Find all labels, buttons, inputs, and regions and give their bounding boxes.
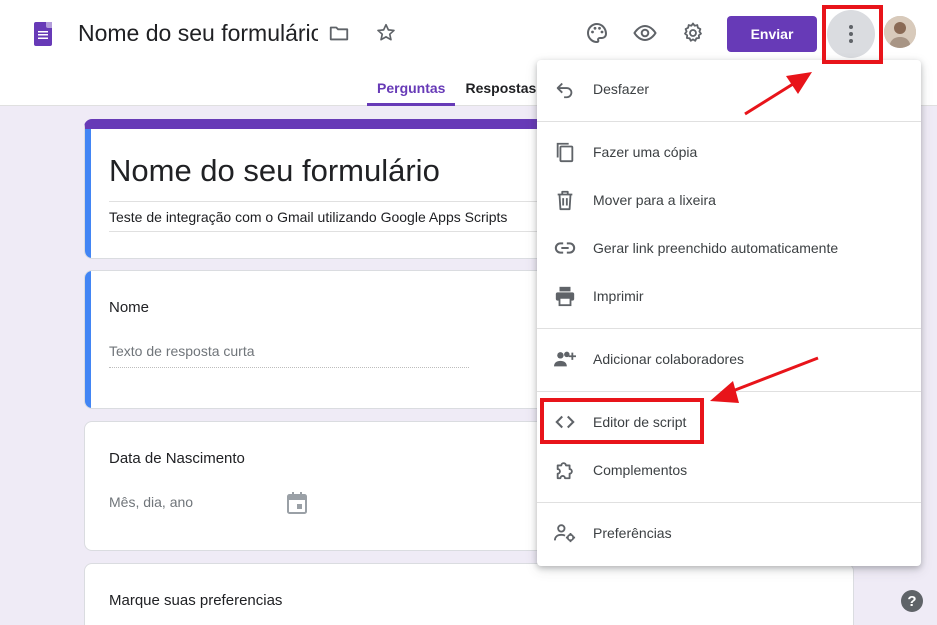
annotation-arrows bbox=[710, 72, 819, 403]
arrow-to-more-options bbox=[744, 72, 812, 116]
arrow-to-editor-script bbox=[710, 356, 819, 403]
